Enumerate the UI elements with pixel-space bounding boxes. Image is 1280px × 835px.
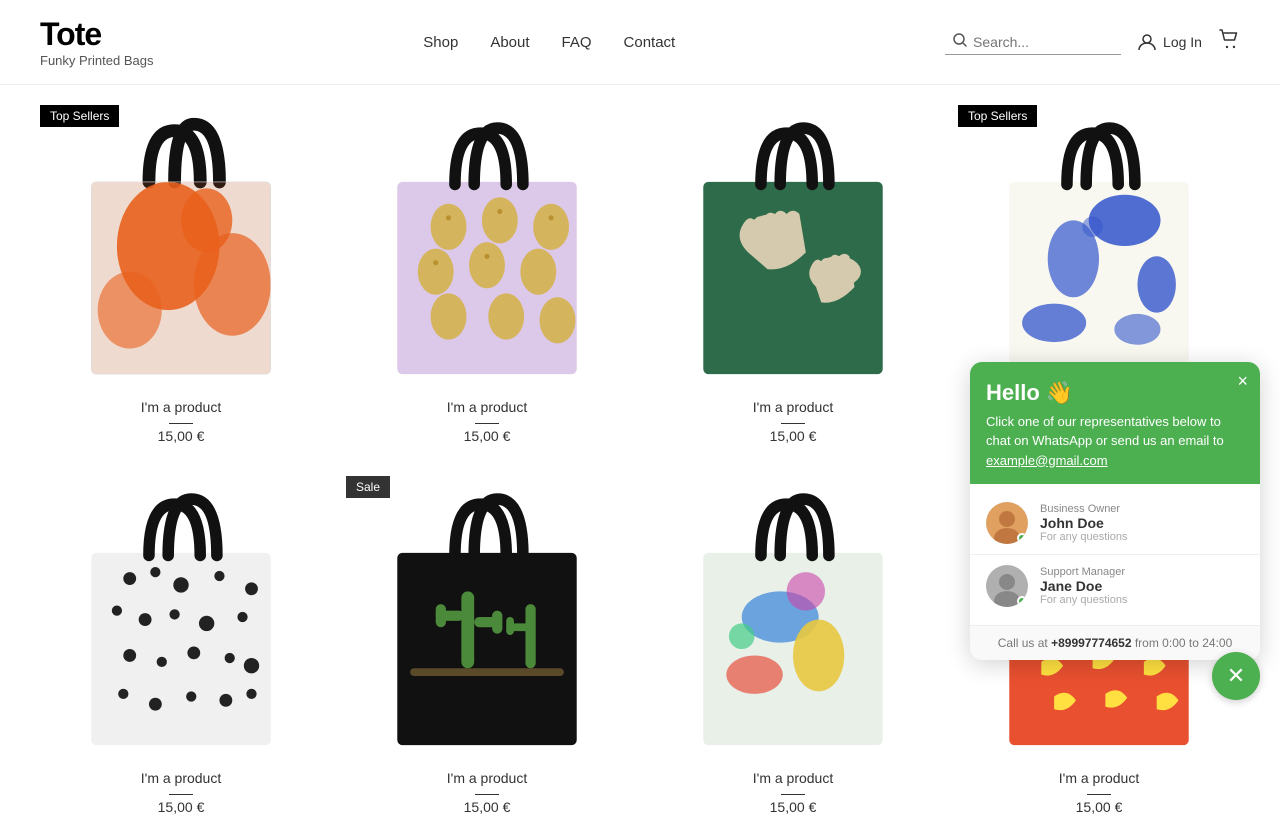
cart-icon[interactable] — [1218, 28, 1240, 56]
agent-desc-1: For any questions — [1040, 531, 1127, 543]
nav-about[interactable]: About — [490, 34, 529, 51]
product-name-2: I'm a product — [447, 399, 528, 415]
user-icon — [1137, 32, 1157, 52]
chat-hello: Hello 👋 — [986, 380, 1244, 406]
logo-subtitle: Funky Printed Bags — [40, 53, 153, 68]
product-name-1: I'm a product — [141, 399, 222, 415]
agent-avatar-1 — [986, 502, 1028, 544]
header-right: Log In — [945, 28, 1240, 56]
chat-agent-2[interactable]: Support Manager Jane Doe For any questio… — [970, 555, 1260, 617]
product-image-6: Sale — [346, 476, 628, 758]
chat-description: Click one of our representatives below t… — [986, 412, 1244, 471]
product-price-5: 15,00 € — [158, 799, 205, 815]
agent-role-2: Support Manager — [1040, 566, 1127, 578]
main-nav: Shop About FAQ Contact — [423, 34, 675, 51]
nav-contact[interactable]: Contact — [624, 34, 676, 51]
agent-name-1: John Doe — [1040, 515, 1127, 531]
product-card-2[interactable]: I'm a product 15,00 € — [346, 105, 628, 444]
login-label: Log In — [1163, 34, 1202, 50]
agent-desc-2: For any questions — [1040, 594, 1127, 606]
product-image-1: Top Sellers — [40, 105, 322, 387]
search-icon — [953, 33, 967, 50]
agent-info-1: Business Owner John Doe For any question… — [1040, 503, 1127, 543]
product-name-7: I'm a product — [753, 770, 834, 786]
product-image-2 — [346, 105, 628, 387]
product-divider-7 — [781, 794, 805, 795]
nav-faq[interactable]: FAQ — [562, 34, 592, 51]
product-image-4: Top Sellers — [958, 105, 1240, 387]
nav-shop[interactable]: Shop — [423, 34, 458, 51]
logo[interactable]: Tote Funky Printed Bags — [40, 16, 153, 68]
product-name-3: I'm a product — [753, 399, 834, 415]
chat-agents-list: Business Owner John Doe For any question… — [970, 484, 1260, 625]
header: Tote Funky Printed Bags Shop About FAQ C… — [0, 0, 1280, 85]
product-card-7[interactable]: I'm a product 15,00 € — [652, 476, 934, 815]
search-bar[interactable] — [945, 29, 1121, 55]
product-divider-5 — [169, 794, 193, 795]
badge-sale-6: Sale — [346, 476, 390, 498]
product-card-6[interactable]: Sale — [346, 476, 628, 815]
agent-avatar-2 — [986, 565, 1028, 607]
chat-toggle-icon: ✕ — [1227, 663, 1245, 689]
agent-online-dot-1 — [1017, 533, 1027, 543]
agent-info-2: Support Manager Jane Doe For any questio… — [1040, 566, 1127, 606]
product-card-3[interactable]: I'm a product 15,00 € — [652, 105, 934, 444]
chat-email-link[interactable]: example@gmail.com — [986, 453, 1108, 468]
product-price-2: 15,00 € — [464, 428, 511, 444]
product-divider-6 — [475, 794, 499, 795]
product-price-8: 15,00 € — [1076, 799, 1123, 815]
product-name-6: I'm a product — [447, 770, 528, 786]
product-divider-8 — [1087, 794, 1111, 795]
logo-title: Tote — [40, 16, 153, 53]
product-divider-3 — [781, 423, 805, 424]
badge-top-sellers-4: Top Sellers — [958, 105, 1037, 127]
product-name-8: I'm a product — [1059, 770, 1140, 786]
product-price-1: 15,00 € — [158, 428, 205, 444]
product-card-5[interactable]: I'm a product 15,00 € — [40, 476, 322, 815]
agent-online-dot-2 — [1017, 596, 1027, 606]
search-input[interactable] — [973, 34, 1113, 50]
chat-toggle-button[interactable]: ✕ — [1212, 652, 1260, 700]
chat-header: × Hello 👋 Click one of our representativ… — [970, 362, 1260, 485]
product-price-6: 15,00 € — [464, 799, 511, 815]
product-image-5 — [40, 476, 322, 758]
chat-agent-1[interactable]: Business Owner John Doe For any question… — [970, 492, 1260, 555]
chat-close-button[interactable]: × — [1237, 372, 1248, 390]
agent-role-1: Business Owner — [1040, 503, 1127, 515]
badge-top-sellers-1: Top Sellers — [40, 105, 119, 127]
product-divider-2 — [475, 423, 499, 424]
login-button[interactable]: Log In — [1137, 32, 1202, 52]
product-card-1[interactable]: Top Sellers I'm a product — [40, 105, 322, 444]
product-image-7 — [652, 476, 934, 758]
chat-footer: Call us at +89997774652 from 0:00 to 24:… — [970, 625, 1260, 660]
chat-phone-link[interactable]: +89997774652 — [1051, 636, 1131, 650]
product-price-3: 15,00 € — [770, 428, 817, 444]
agent-name-2: Jane Doe — [1040, 578, 1127, 594]
chat-widget: × Hello 👋 Click one of our representativ… — [970, 362, 1260, 661]
product-image-3 — [652, 105, 934, 387]
product-name-5: I'm a product — [141, 770, 222, 786]
product-divider-1 — [169, 423, 193, 424]
product-price-7: 15,00 € — [770, 799, 817, 815]
